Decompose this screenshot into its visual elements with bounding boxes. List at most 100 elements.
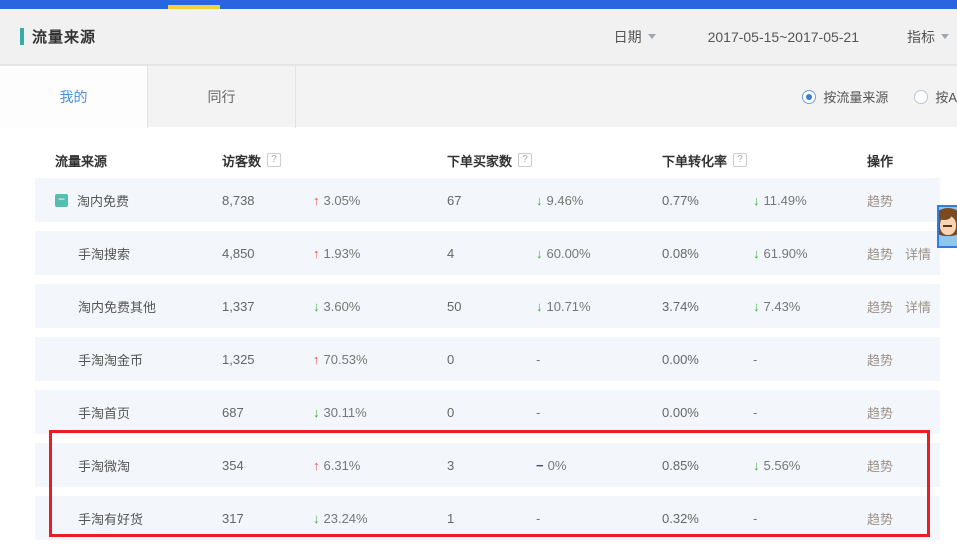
delta-value: - xyxy=(753,405,757,420)
source-name: 手淘搜索 xyxy=(78,244,130,263)
delta-value: 5.56% xyxy=(764,458,801,473)
visitors-delta: 6.31% xyxy=(305,458,445,473)
radio-by-app[interactable]: 按A xyxy=(914,87,957,106)
visitors-value: 687 xyxy=(220,405,305,420)
delta-value: - xyxy=(536,352,540,367)
visitors-delta: 70.53% xyxy=(305,352,445,367)
trend-link[interactable]: 趋势 xyxy=(867,194,893,209)
buyers-value: 50 xyxy=(445,299,528,314)
col-header-visitors: 访客数 ? xyxy=(220,151,445,170)
radio-selected-icon[interactable] xyxy=(802,90,816,104)
avatar-eyes xyxy=(943,225,952,227)
help-icon[interactable]: ? xyxy=(518,153,532,167)
buyers-delta: - xyxy=(528,405,660,420)
detail-link[interactable]: 详情 xyxy=(905,247,931,262)
trend-arrow-icon xyxy=(536,299,543,314)
trend-arrow-icon xyxy=(313,299,320,314)
conversion-delta: - xyxy=(745,352,865,367)
buyers-value: 4 xyxy=(445,246,528,261)
visitors-value: 8,738 xyxy=(220,193,305,208)
source-name: 淘内免费 xyxy=(77,191,129,210)
tab-bar: 我的 同行 按流量来源 按A xyxy=(0,65,957,127)
tab-mine[interactable]: 我的 xyxy=(0,66,148,128)
trend-link[interactable]: 趋势 xyxy=(867,353,893,368)
visitors-delta: 3.60% xyxy=(305,299,445,314)
delta-value: 11.49% xyxy=(764,193,807,208)
delta-value: 0% xyxy=(548,458,567,473)
delta-value: - xyxy=(536,405,540,420)
visitors-delta: 3.05% xyxy=(305,193,445,208)
conversion-value: 0.08% xyxy=(660,246,745,261)
visitors-value: 1,325 xyxy=(220,352,305,367)
trend-flat-icon xyxy=(536,458,544,473)
buyers-value: 0 xyxy=(445,352,528,367)
page-title: 流量来源 xyxy=(32,26,96,47)
table-row: 手淘有好货 317 23.24% 1 - 0.32% - 趋势 xyxy=(35,496,940,540)
trend-link[interactable]: 趋势 xyxy=(867,459,893,474)
delta-value: 30.11% xyxy=(324,405,367,420)
visitors-value: 1,337 xyxy=(220,299,305,314)
col-header-buyers-label: 下单买家数 xyxy=(447,151,512,170)
source-name: 淘内免费其他 xyxy=(78,297,156,316)
table-row: 手淘搜索 4,850 1.93% 4 60.00% 0.08% 61.90% 趋… xyxy=(35,231,940,275)
conversion-delta: - xyxy=(745,511,865,526)
table-header-row: 流量来源 访客数 ? 下单买家数 ? 下单转化率 ? 操作 xyxy=(35,142,940,178)
source-name: 手淘微淘 xyxy=(78,456,130,475)
date-dropdown-label: 日期 xyxy=(614,27,642,47)
conversion-value: 3.74% xyxy=(660,299,745,314)
buyers-value: 0 xyxy=(445,405,528,420)
trend-arrow-icon xyxy=(313,193,320,208)
trend-arrow-icon xyxy=(313,511,320,526)
radio-unselected-icon[interactable] xyxy=(914,90,928,104)
conversion-delta: 7.43% xyxy=(745,299,865,314)
visitors-value: 354 xyxy=(220,458,305,473)
conversion-delta: 61.90% xyxy=(745,246,865,261)
traffic-table: 流量来源 访客数 ? 下单买家数 ? 下单转化率 ? 操作 淘内免费 8,738… xyxy=(35,127,940,547)
chevron-down-icon xyxy=(941,34,949,39)
delta-value: 6.31% xyxy=(324,458,361,473)
trend-link[interactable]: 趋势 xyxy=(867,300,893,315)
date-range-value[interactable]: 2017-05-15~2017-05-21 xyxy=(708,29,859,45)
support-avatar[interactable] xyxy=(937,205,957,248)
buyers-delta: 9.46% xyxy=(528,193,660,208)
visitors-delta: 30.11% xyxy=(305,405,445,420)
help-icon[interactable]: ? xyxy=(733,153,747,167)
help-icon[interactable]: ? xyxy=(267,153,281,167)
trend-link[interactable]: 趋势 xyxy=(867,247,893,262)
source-name: 手淘首页 xyxy=(78,403,130,422)
table-row: 淘内免费 8,738 3.05% 67 9.46% 0.77% 11.49% 趋… xyxy=(35,178,940,222)
buyers-delta: 0% xyxy=(528,458,660,473)
radio-by-traffic-source-label: 按流量来源 xyxy=(823,87,888,106)
delta-value: 70.53% xyxy=(324,352,368,367)
date-dropdown[interactable]: 日期 xyxy=(614,27,656,47)
traffic-source-panel: 流量来源 日期 2017-05-15~2017-05-21 指标 我的 同行 按… xyxy=(0,0,957,547)
col-header-actions: 操作 xyxy=(865,151,940,170)
tab-mine-label: 我的 xyxy=(60,87,88,107)
source-name: 手淘淘金币 xyxy=(78,350,143,369)
collapse-minus-icon[interactable] xyxy=(55,194,68,207)
avatar-bangs xyxy=(937,213,951,220)
delta-value: 3.05% xyxy=(324,193,361,208)
col-header-source: 流量来源 xyxy=(35,151,220,170)
detail-link[interactable]: 详情 xyxy=(905,300,931,315)
tab-peers[interactable]: 同行 xyxy=(148,66,296,128)
visitors-delta: 23.24% xyxy=(305,511,445,526)
conversion-value: 0.77% xyxy=(660,193,745,208)
delta-value: - xyxy=(753,352,757,367)
delta-value: 60.00% xyxy=(547,246,591,261)
trend-link[interactable]: 趋势 xyxy=(867,406,893,421)
table-row: 手淘淘金币 1,325 70.53% 0 - 0.00% - 趋势 xyxy=(35,337,940,381)
delta-value: 61.90% xyxy=(764,246,808,261)
radio-by-traffic-source[interactable]: 按流量来源 xyxy=(802,87,888,106)
table-row: 手淘微淘 354 6.31% 3 0% 0.85% 5.56% 趋势 xyxy=(35,443,940,487)
trend-arrow-icon xyxy=(313,458,320,473)
conversion-value: 0.32% xyxy=(660,511,745,526)
trend-link[interactable]: 趋势 xyxy=(867,512,893,527)
trend-arrow-icon xyxy=(753,193,760,208)
buyers-delta: - xyxy=(528,352,660,367)
metric-dropdown[interactable]: 指标 xyxy=(907,27,949,47)
metric-dropdown-label: 指标 xyxy=(907,27,935,47)
trend-arrow-icon xyxy=(753,246,760,261)
conversion-value: 0.00% xyxy=(660,352,745,367)
col-header-buyers: 下单买家数 ? xyxy=(445,151,660,170)
